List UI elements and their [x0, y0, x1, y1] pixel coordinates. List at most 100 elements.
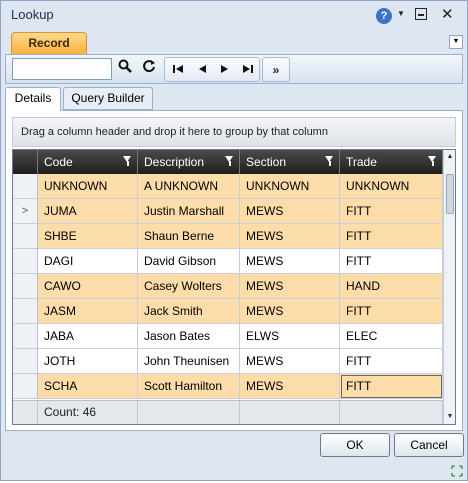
details-panel: Drag a column header and drop it here to…	[5, 110, 463, 431]
tab-details[interactable]: Details	[5, 87, 61, 111]
record-count: Count: 46	[38, 401, 138, 424]
search-input[interactable]	[12, 58, 112, 80]
cell-section[interactable]: MEWS	[240, 199, 340, 224]
cell-section[interactable]: MEWS	[240, 374, 340, 399]
table-row[interactable]: SCHA Scott Hamilton MEWS FITT	[13, 374, 443, 399]
column-header-description[interactable]: Description	[138, 150, 240, 174]
next-record-icon[interactable]	[214, 59, 236, 81]
ribbon-minimize-icon[interactable]: ▼	[449, 35, 463, 49]
cell-description[interactable]: Casey Wolters	[138, 274, 240, 299]
cell-trade[interactable]: UNKNOWN	[340, 174, 443, 199]
cell-section[interactable]: MEWS	[240, 299, 340, 324]
cell-description[interactable]: David Gibson	[138, 249, 240, 274]
row-indicator[interactable]	[13, 349, 38, 374]
table-row[interactable]: JOTH John Theunisen MEWS FITT	[13, 349, 443, 374]
scroll-thumb[interactable]	[446, 174, 454, 214]
cell-trade[interactable]: ELEC	[340, 324, 443, 349]
cell-section[interactable]: MEWS	[240, 249, 340, 274]
cell-trade[interactable]: FITT	[340, 224, 443, 249]
header-indicator	[13, 150, 38, 174]
table-row[interactable]: > JUMA Justin Marshall MEWS FITT	[13, 199, 443, 224]
row-indicator[interactable]	[13, 224, 38, 249]
scroll-up-icon[interactable]: ▲	[445, 152, 455, 162]
cell-description[interactable]: Shaun Berne	[138, 224, 240, 249]
row-indicator[interactable]	[13, 249, 38, 274]
table-row[interactable]: JABA Jason Bates ELWS ELEC	[13, 324, 443, 349]
restore-icon[interactable]	[415, 8, 427, 20]
filter-icon[interactable]	[325, 156, 334, 166]
footer-cell	[240, 401, 340, 424]
row-indicator[interactable]	[13, 299, 38, 324]
cell-description[interactable]: Jason Bates	[138, 324, 240, 349]
cell-code[interactable]: SCHA	[38, 374, 138, 399]
first-record-icon[interactable]	[167, 59, 189, 81]
row-indicator[interactable]	[13, 324, 38, 349]
cell-trade[interactable]: FITT	[340, 199, 443, 224]
close-icon[interactable]: ✕	[441, 5, 454, 23]
cell-section[interactable]: MEWS	[240, 274, 340, 299]
help-dropdown-icon[interactable]: ▼	[397, 9, 405, 18]
cell-section[interactable]: MEWS	[240, 349, 340, 374]
column-header-code[interactable]: Code	[38, 150, 138, 174]
cell-description[interactable]: A UNKNOWN	[138, 174, 240, 199]
ok-button[interactable]: OK	[320, 433, 390, 457]
column-header-label: Section	[246, 155, 287, 169]
cell-trade[interactable]: FITT	[340, 349, 443, 374]
cell-trade[interactable]: HAND	[340, 274, 443, 299]
ribbon-tab-record[interactable]: Record	[11, 32, 87, 54]
cell-description[interactable]: Jack Smith	[138, 299, 240, 324]
cell-code[interactable]: JOTH	[38, 349, 138, 374]
scroll-down-icon[interactable]: ▼	[445, 412, 455, 422]
cell-code[interactable]: JUMA	[38, 199, 138, 224]
cell-trade[interactable]: FITT	[340, 299, 443, 324]
row-indicator[interactable]	[13, 374, 38, 399]
ribbon-toolbar: »	[5, 54, 463, 84]
lookup-window: Lookup ? ▼ ✕ Record ▼ » Details Query Bu…	[0, 0, 468, 481]
title-bar: Lookup ? ▼ ✕	[1, 1, 467, 29]
footer-cell	[138, 401, 240, 424]
cell-description[interactable]: Justin Marshall	[138, 199, 240, 224]
cell-section[interactable]: MEWS	[240, 224, 340, 249]
refresh-icon[interactable]	[138, 58, 160, 80]
vertical-scrollbar[interactable]: ▲ ▼	[443, 150, 455, 424]
column-header-label: Code	[44, 155, 73, 169]
table-row[interactable]: UNKNOWN A UNKNOWN UNKNOWN UNKNOWN	[13, 174, 443, 199]
cell-description[interactable]: John Theunisen	[138, 349, 240, 374]
filter-icon[interactable]	[225, 156, 234, 166]
table-row[interactable]: CAWO Casey Wolters MEWS HAND	[13, 274, 443, 299]
more-tools-group: »	[262, 57, 290, 82]
cancel-button[interactable]: Cancel	[394, 433, 464, 457]
row-indicator[interactable]	[13, 174, 38, 199]
row-indicator[interactable]	[13, 274, 38, 299]
filter-icon[interactable]	[123, 156, 132, 166]
cell-section[interactable]: UNKNOWN	[240, 174, 340, 199]
lookup-grid: Code Description Section Trade UNKNOWN A…	[12, 149, 456, 425]
resize-grip-icon[interactable]	[450, 464, 464, 478]
cell-section[interactable]: ELWS	[240, 324, 340, 349]
table-row[interactable]: JASM Jack Smith MEWS FITT	[13, 299, 443, 324]
previous-record-icon[interactable]	[191, 59, 213, 81]
last-record-icon[interactable]	[237, 59, 259, 81]
filter-icon[interactable]	[428, 156, 437, 166]
table-row[interactable]: SHBE Shaun Berne MEWS FITT	[13, 224, 443, 249]
current-row-indicator[interactable]: >	[13, 199, 38, 224]
group-by-area[interactable]: Drag a column header and drop it here to…	[12, 117, 456, 147]
column-header-trade[interactable]: Trade	[340, 150, 443, 174]
cell-code[interactable]: SHBE	[38, 224, 138, 249]
cell-code[interactable]: JASM	[38, 299, 138, 324]
search-icon[interactable]	[114, 58, 136, 80]
cell-code[interactable]: CAWO	[38, 274, 138, 299]
cell-code[interactable]: JABA	[38, 324, 138, 349]
table-row[interactable]: DAGI David Gibson MEWS FITT	[13, 249, 443, 274]
help-icon[interactable]: ?	[376, 8, 392, 24]
double-chevron-right-icon[interactable]: »	[265, 59, 287, 81]
cell-code[interactable]: UNKNOWN	[38, 174, 138, 199]
footer-cell	[340, 401, 443, 424]
column-header-section[interactable]: Section	[240, 150, 340, 174]
record-navigation-group	[164, 57, 260, 82]
cell-trade[interactable]: FITT	[340, 374, 443, 399]
cell-code[interactable]: DAGI	[38, 249, 138, 274]
tab-query-builder[interactable]: Query Builder	[63, 87, 153, 110]
cell-description[interactable]: Scott Hamilton	[138, 374, 240, 399]
cell-trade[interactable]: FITT	[340, 249, 443, 274]
